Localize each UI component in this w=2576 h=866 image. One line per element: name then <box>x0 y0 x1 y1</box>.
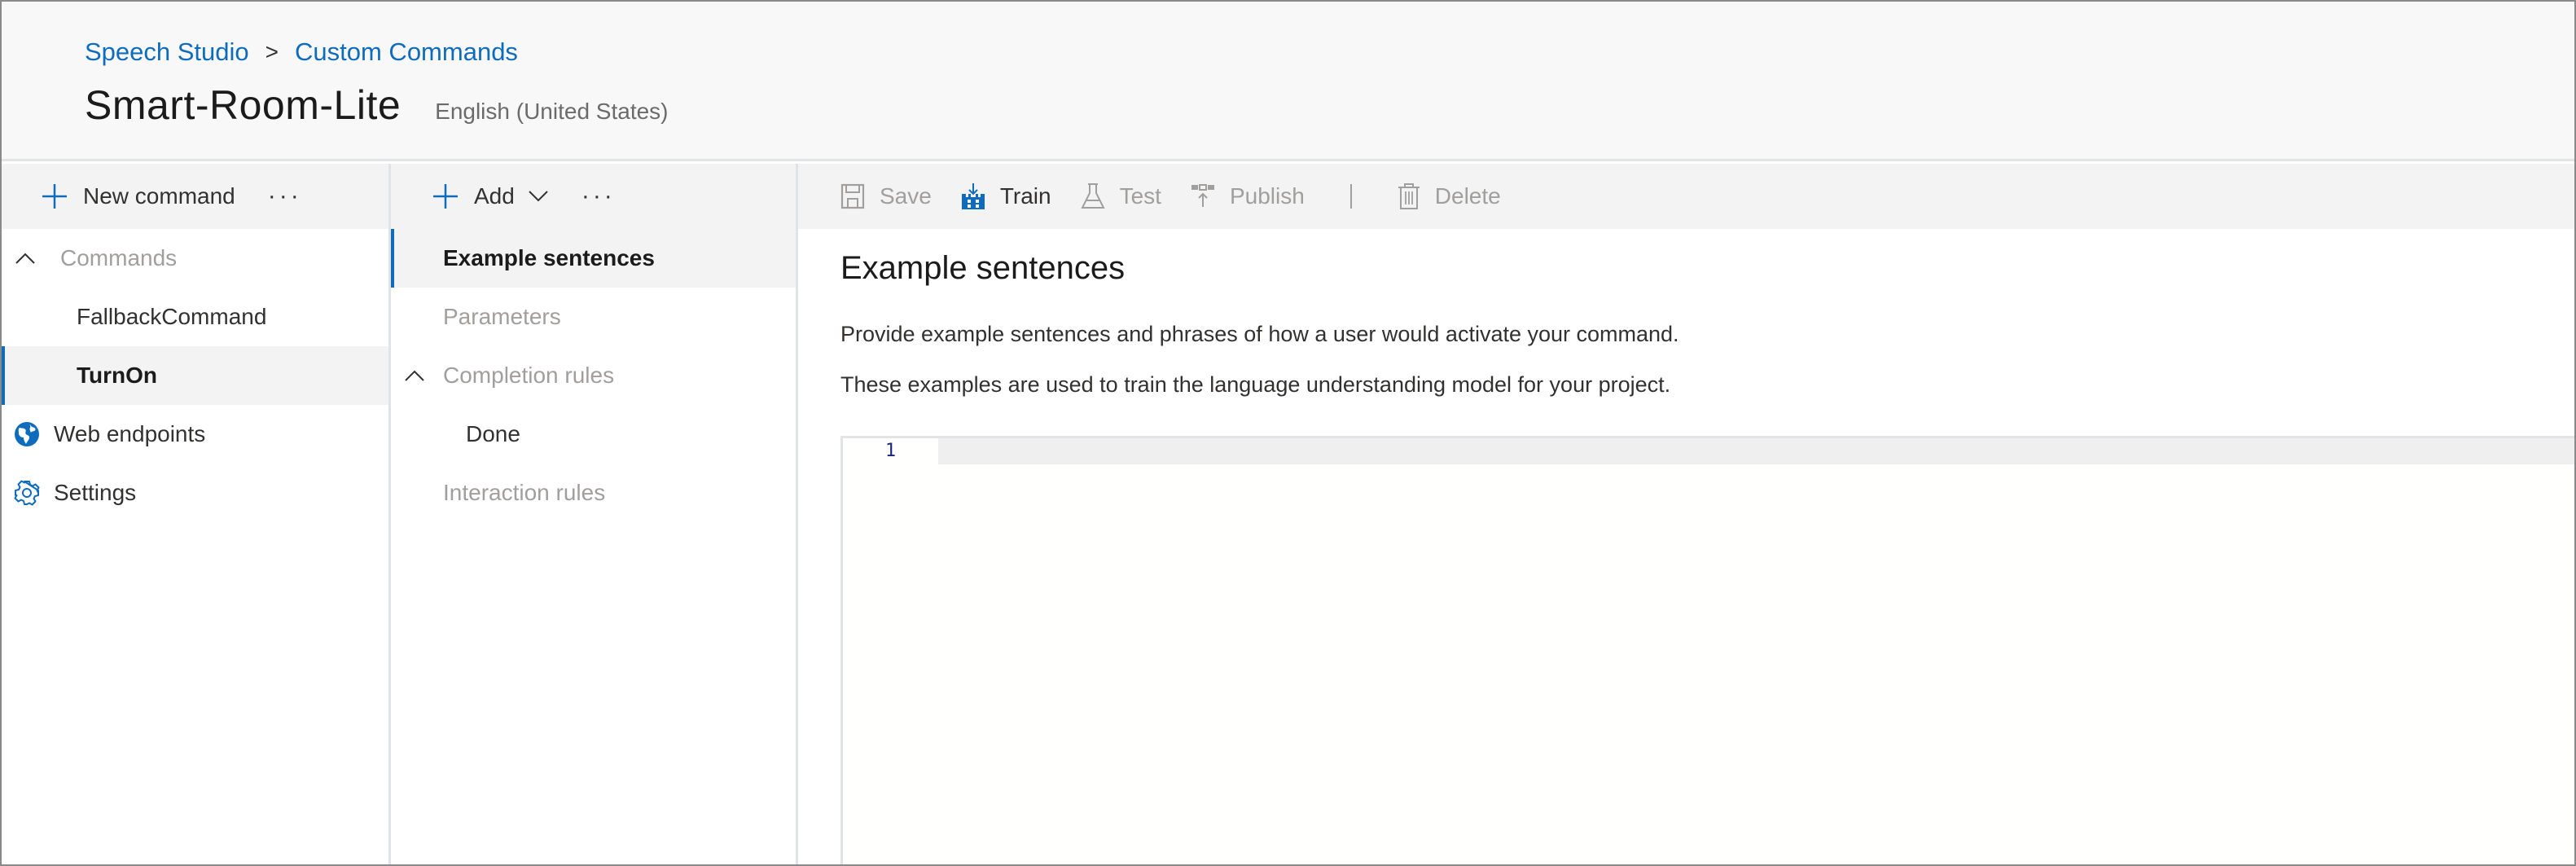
more-options-button[interactable]: ··· <box>268 182 302 210</box>
section-label: Completion rules <box>443 363 615 388</box>
chevron-up-icon <box>404 369 425 382</box>
delete-label: Delete <box>1434 183 1501 209</box>
sidebar-item-label: Web endpoints <box>54 421 206 446</box>
section-completion-rules[interactable]: Completion rules <box>391 346 796 405</box>
add-button[interactable]: Add <box>432 182 549 210</box>
new-command-label: New command <box>83 183 235 209</box>
description-text: Provide example sentences and phrases of… <box>840 322 1679 346</box>
page-title: Smart-Room-Lite <box>85 82 402 128</box>
publish-icon <box>1191 184 1215 209</box>
sidebar-item-label: Settings <box>54 480 137 505</box>
breadcrumb-speech-studio[interactable]: Speech Studio <box>85 37 249 67</box>
chevron-down-icon <box>528 190 549 203</box>
sidebar-item-web-endpoints[interactable]: Web endpoints <box>2 405 388 464</box>
test-label: Test <box>1119 183 1161 209</box>
commands-panel: New command ··· Commands FallbackCommand… <box>2 164 391 864</box>
sections-toolbar: Add ··· <box>391 164 796 229</box>
plus-icon <box>432 182 459 210</box>
globe-icon <box>13 420 41 448</box>
train-button[interactable]: Train <box>961 182 1051 210</box>
save-button[interactable]: Save <box>840 183 932 209</box>
command-item-label: TurnOn <box>77 363 158 388</box>
completion-rule-done[interactable]: Done <box>391 405 796 464</box>
save-icon <box>840 183 865 209</box>
section-interaction-rules[interactable]: Interaction rules <box>391 464 796 522</box>
chevron-up-icon <box>15 252 36 265</box>
example-sentences-editor[interactable]: 1 <box>840 436 2574 864</box>
section-example-sentences[interactable]: Example sentences <box>391 229 796 288</box>
editor-current-line[interactable] <box>938 438 2574 464</box>
section-label: Example sentences <box>443 245 655 270</box>
section-label: Parameters <box>443 304 561 329</box>
test-button[interactable]: Test <box>1080 182 1161 210</box>
sidebar-item-settings[interactable]: Settings <box>2 464 388 522</box>
toolbar-divider <box>1349 184 1352 209</box>
commands-toolbar: New command ··· <box>2 164 388 229</box>
publish-button[interactable]: Publish <box>1191 183 1305 209</box>
section-parameters[interactable]: Parameters <box>391 288 796 346</box>
commands-group-header[interactable]: Commands <box>2 229 388 288</box>
delete-button[interactable]: Delete <box>1398 182 1501 210</box>
command-item-fallbackcommand[interactable]: FallbackCommand <box>2 288 388 346</box>
train-label: Train <box>999 183 1051 209</box>
command-sections-panel: Add ··· Example sentences Parameters Com… <box>391 164 798 864</box>
project-locale: English (United States) <box>435 99 669 124</box>
main-content: Save Train Test Publish Delete Example s… <box>798 164 2574 864</box>
line-number: 1 <box>843 438 938 464</box>
section-title: Example sentences <box>840 250 1126 286</box>
command-item-turnon[interactable]: TurnOn <box>2 346 388 405</box>
new-command-button[interactable]: New command <box>41 182 235 210</box>
gear-icon <box>13 479 41 507</box>
flask-icon <box>1080 182 1105 210</box>
plus-icon <box>41 182 68 210</box>
section-label: Done <box>466 421 520 446</box>
publish-label: Publish <box>1229 183 1305 209</box>
command-toolbar: Save Train Test Publish Delete <box>798 164 2574 229</box>
command-item-label: FallbackCommand <box>77 304 267 329</box>
description-text: These examples are used to train the lan… <box>840 372 1671 397</box>
add-label: Add <box>474 183 515 209</box>
more-options-button[interactable]: ··· <box>581 182 616 210</box>
commands-group-label: Commands <box>60 245 178 270</box>
breadcrumb: Speech Studio > Custom Commands <box>85 37 518 67</box>
breadcrumb-custom-commands[interactable]: Custom Commands <box>295 37 518 67</box>
page-header: Speech Studio > Custom Commands Smart-Ro… <box>2 2 2574 161</box>
save-label: Save <box>880 183 932 209</box>
section-label: Interaction rules <box>443 480 606 505</box>
train-icon <box>961 182 985 210</box>
breadcrumb-separator: > <box>265 39 279 64</box>
trash-icon <box>1398 182 1420 210</box>
